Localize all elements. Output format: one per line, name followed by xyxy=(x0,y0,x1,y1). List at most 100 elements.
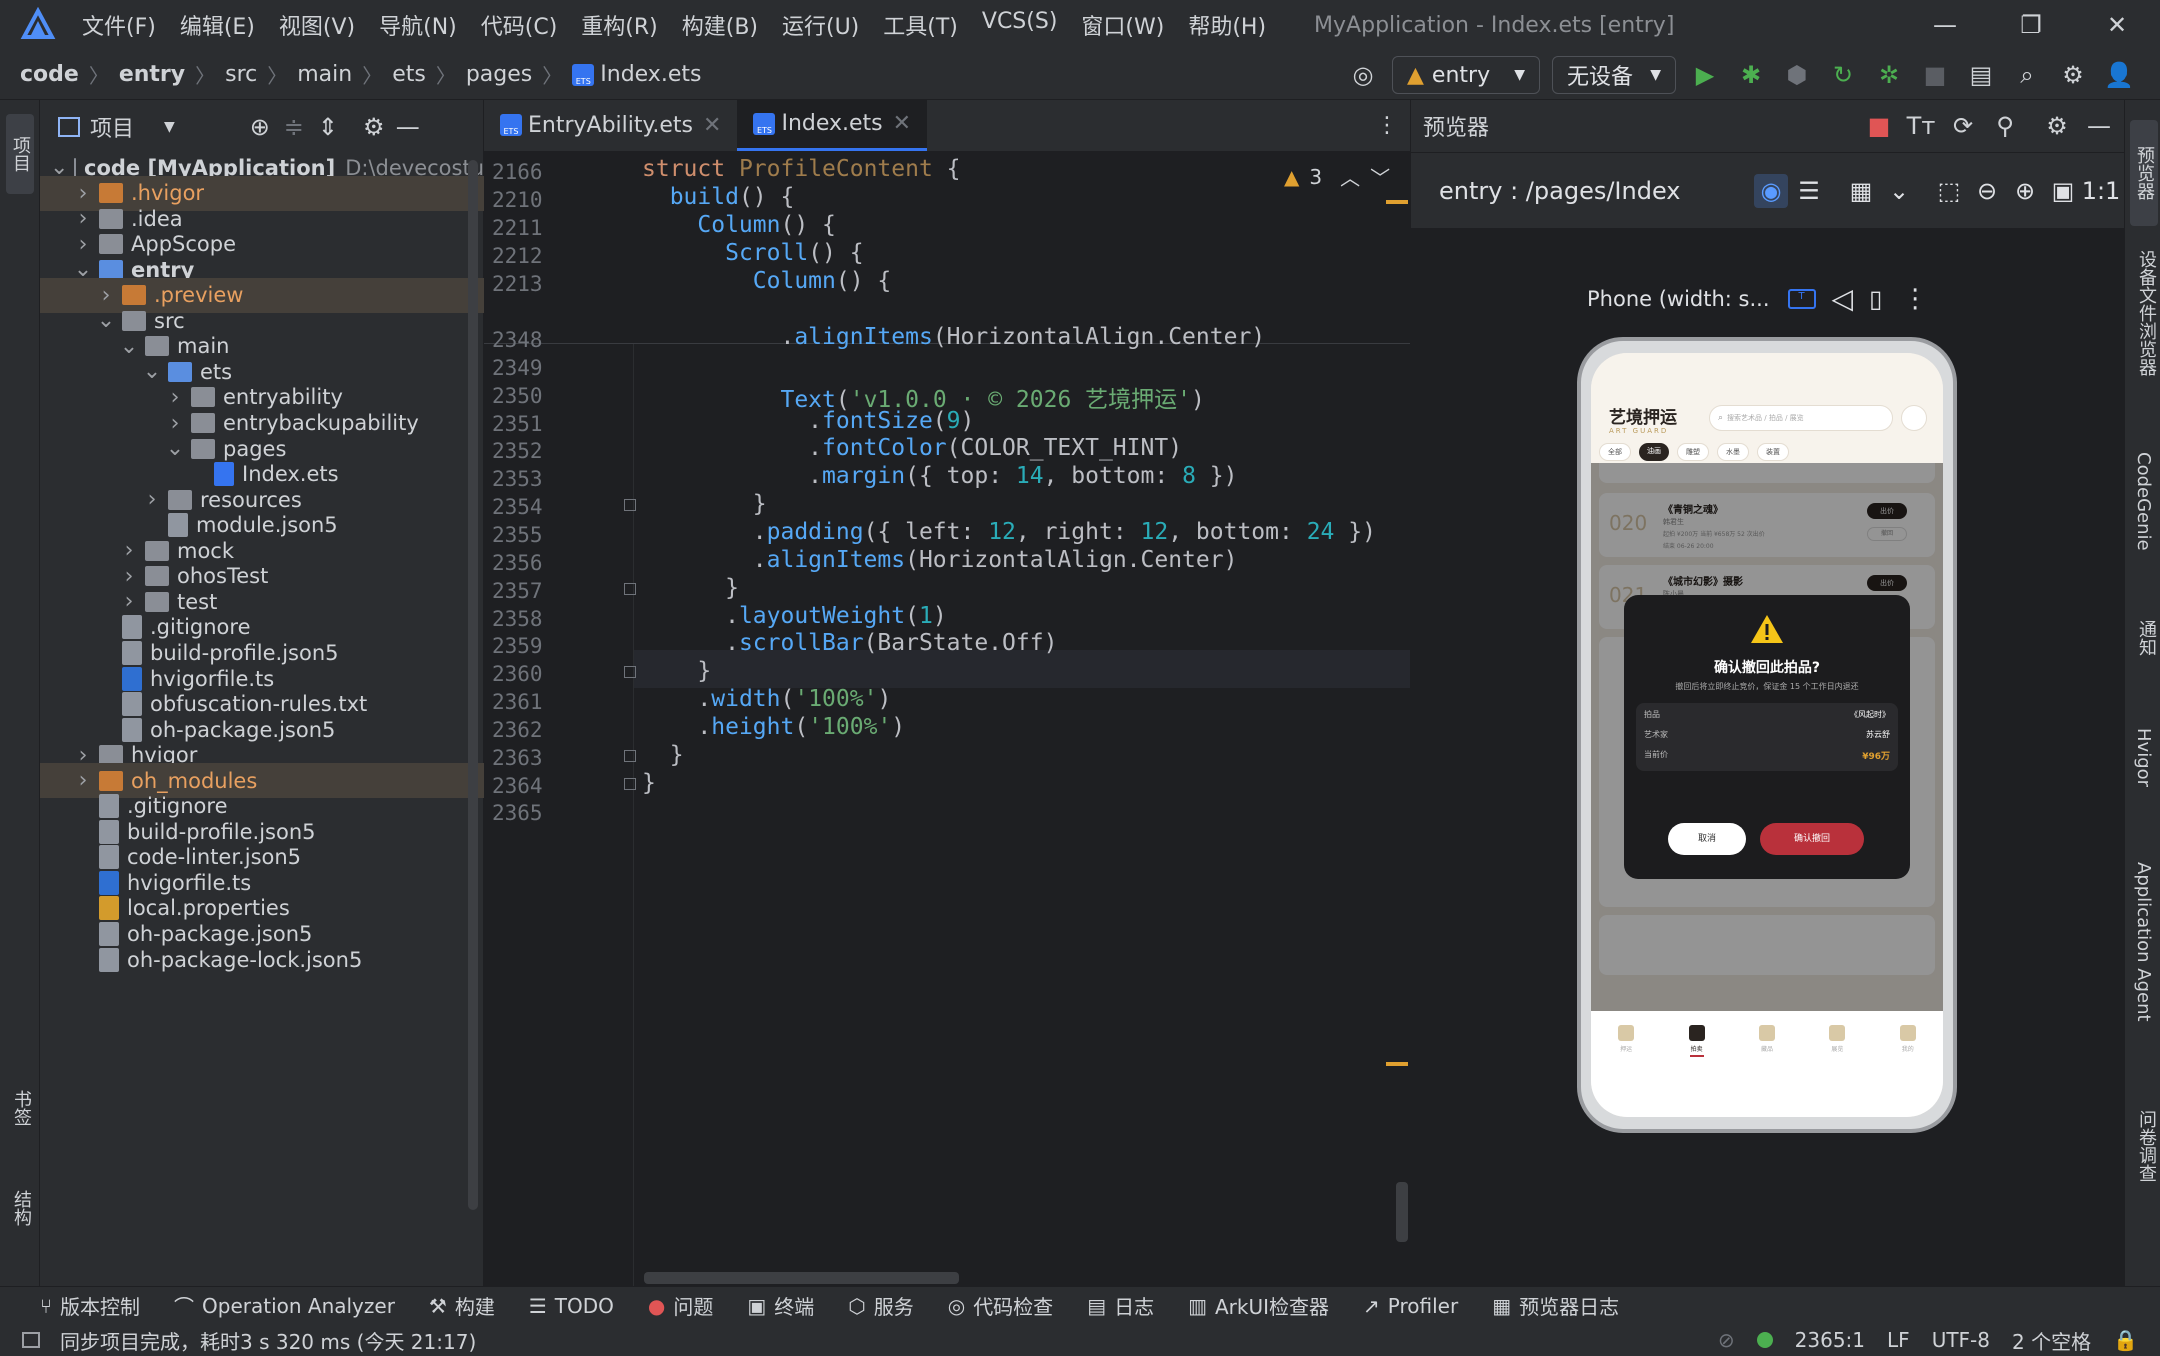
menu-item[interactable]: 代码(C) xyxy=(481,9,558,41)
breadcrumb-item[interactable]: main xyxy=(297,62,352,87)
tree-scrollbar[interactable] xyxy=(468,160,478,1210)
fold-marker-icon[interactable] xyxy=(624,749,636,762)
attach-debugger-icon[interactable]: ⬢ xyxy=(1780,58,1814,92)
notification-bell-icon[interactable] xyxy=(1901,405,1927,431)
inspector-icon[interactable]: ◉ xyxy=(1754,173,1788,208)
app-tab[interactable]: 拍卖 xyxy=(1672,1025,1722,1117)
notifications-button[interactable]: 通知 xyxy=(2133,620,2159,660)
more-icon[interactable]: ⋮ xyxy=(1376,113,1398,138)
restore-icon[interactable]: ❐ xyxy=(1988,0,2074,50)
lock-icon[interactable]: 🔒 xyxy=(2113,1328,2138,1352)
hvigor-button[interactable]: Hvigor xyxy=(2133,728,2154,791)
target-icon[interactable]: ◎ xyxy=(1346,58,1380,92)
locate-icon[interactable]: ⊕ xyxy=(243,110,277,144)
fold-icon[interactable]: ▯ xyxy=(1869,285,1882,313)
search-icon[interactable]: ⌕ xyxy=(2010,58,2044,92)
stop-preview-icon[interactable]: ■ xyxy=(1862,109,1896,143)
font-size-icon[interactable]: Tт xyxy=(1904,109,1938,143)
code-line[interactable]: } xyxy=(642,491,767,517)
menu-item[interactable]: 编辑(E) xyxy=(180,9,255,41)
category-chip[interactable]: 雕塑 xyxy=(1677,443,1709,461)
survey-button[interactable]: 问卷调查 xyxy=(2133,1110,2159,1186)
bottom-tool-button[interactable]: ● 问题 xyxy=(648,1291,713,1320)
bottom-tool-button[interactable]: ☰ TODO xyxy=(529,1294,614,1318)
category-chip[interactable]: 装置 xyxy=(1757,443,1789,461)
code-line[interactable]: .padding({ left: 12, right: 12, bottom: … xyxy=(642,519,1376,545)
debug-icon[interactable]: ✱ xyxy=(1734,58,1768,92)
fold-marker-icon[interactable] xyxy=(624,582,636,595)
breadcrumb-item[interactable]: code xyxy=(20,62,79,87)
menu-item[interactable]: 导航(N) xyxy=(379,9,457,41)
bottom-tool-button[interactable]: ▦ 预览器日志 xyxy=(1492,1291,1619,1320)
code-line[interactable]: build() { xyxy=(642,184,795,210)
rotate-icon[interactable]: ◁ xyxy=(1832,282,1854,315)
chevron-down-icon[interactable]: ⌄ xyxy=(1882,174,1916,208)
code-line[interactable]: .scrollBar(BarState.Off) xyxy=(642,630,1057,656)
collapse-all-icon[interactable]: ⇕ xyxy=(311,110,345,144)
breadcrumb-item[interactable]: Index.ets xyxy=(600,62,701,87)
menu-item[interactable]: 运行(U) xyxy=(782,9,859,41)
device-type-icon[interactable]: T xyxy=(1787,288,1816,309)
code-line[interactable]: } xyxy=(642,770,656,796)
tree-item[interactable]: oh-package-lock.json5 xyxy=(40,942,484,977)
category-chip[interactable]: 油画 xyxy=(1639,443,1669,461)
bottom-tool-button[interactable]: ⬡ 服务 xyxy=(848,1291,913,1320)
grid-icon[interactable]: ▦ xyxy=(1844,174,1878,208)
code-line[interactable]: .margin({ top: 14, bottom: 8 }) xyxy=(642,463,1237,489)
pin-icon[interactable]: ⚲ xyxy=(1988,109,2022,143)
phone-screen[interactable]: 艺境押运 ART GUARD ⌕ 搜索艺术品 / 拍品 / 展览 全部 油画 雕塑水… xyxy=(1591,353,1943,1117)
expand-all-icon[interactable]: ≑ xyxy=(277,110,311,144)
code-line[interactable]: struct ProfileContent { xyxy=(642,156,961,182)
inspection-widget[interactable]: ▲ 3 ︿ ﹀ xyxy=(1284,162,1390,191)
file-encoding[interactable]: UTF-8 xyxy=(1932,1328,1990,1352)
fit-icon[interactable]: ⬚ xyxy=(1932,174,1966,208)
code-line[interactable]: } xyxy=(642,658,711,684)
device-file-browser-button[interactable]: 设备文件浏览器 xyxy=(2133,250,2159,380)
power-save-icon[interactable]: ⊘ xyxy=(1718,1328,1735,1352)
fold-marker-icon[interactable] xyxy=(624,666,636,679)
fold-marker-icon[interactable] xyxy=(624,777,636,790)
code-area[interactable]: 2166 struct ProfileContent {2210 build() … xyxy=(484,152,1410,1286)
category-chip[interactable]: 水墨 xyxy=(1717,443,1749,461)
tab-index[interactable]: ETS Index.ets ✕ xyxy=(737,99,928,151)
bottom-tool-button[interactable]: ↗ Profiler xyxy=(1363,1294,1458,1318)
code-line[interactable]: .height('100%') xyxy=(642,714,905,740)
structure-tool-button[interactable]: 结构 xyxy=(8,1190,34,1230)
caret-position[interactable]: 2365:1 xyxy=(1795,1328,1865,1352)
chevron-up-icon[interactable]: ︿ xyxy=(1340,162,1360,191)
close-icon[interactable]: ✕ xyxy=(2074,0,2160,50)
code-line[interactable]: Column() { xyxy=(642,268,891,294)
device-dropdown[interactable]: 无设备 ▼ xyxy=(1552,56,1676,94)
app-tab[interactable]: 藏品 xyxy=(1742,1025,1792,1117)
bottom-tool-button[interactable]: ⚒ 构建 xyxy=(429,1291,495,1320)
category-chip[interactable]: 全部 xyxy=(1599,443,1631,461)
settings-icon[interactable]: ⚙ xyxy=(2056,58,2090,92)
actual-size-icon[interactable]: 1:1 xyxy=(2082,174,2121,208)
breadcrumb-item[interactable]: ets xyxy=(392,62,426,87)
code-line[interactable]: .width('100%') xyxy=(642,686,891,712)
stop-icon[interactable]: ■ xyxy=(1918,58,1952,92)
code-line[interactable]: } xyxy=(642,575,739,601)
code-line[interactable]: .fontSize(9) xyxy=(642,408,974,434)
horizontal-scrollbar[interactable] xyxy=(644,1272,959,1284)
application-agent-button[interactable]: Application Agent xyxy=(2133,862,2154,1026)
chevron-down-icon[interactable]: ▼ xyxy=(164,119,175,135)
breadcrumb-item[interactable]: src xyxy=(225,62,257,87)
close-icon[interactable]: ✕ xyxy=(703,113,721,138)
chevron-down-icon[interactable]: ﹀ xyxy=(1370,162,1390,191)
code-line[interactable]: .alignItems(HorizontalAlign.Center) xyxy=(642,547,1238,573)
bottom-tool-button[interactable]: ▤ 日志 xyxy=(1087,1291,1154,1320)
breadcrumb-item[interactable]: pages xyxy=(466,62,532,87)
run-icon[interactable]: ▶ xyxy=(1688,58,1722,92)
dialog-cancel-button[interactable]: 取消 xyxy=(1668,823,1746,855)
menu-item[interactable]: 窗口(W) xyxy=(1081,9,1164,41)
run-config-dropdown[interactable]: ▲ entry ▼ xyxy=(1392,56,1540,94)
close-icon[interactable]: ✕ xyxy=(893,111,911,136)
app-search-bar[interactable]: ⌕ 搜索艺术品 / 拍品 / 展览 xyxy=(1709,405,1893,431)
zoom-in-icon[interactable]: ⊕ xyxy=(2008,174,2042,208)
screenshot-icon[interactable]: ▣ xyxy=(2046,174,2080,208)
bottom-tool-button[interactable]: ⌒ Operation Analyzer xyxy=(174,1291,395,1320)
code-line[interactable]: .layoutWeight(1) xyxy=(642,603,947,629)
project-tool-button[interactable]: 项目 xyxy=(6,114,34,194)
app-tab[interactable]: 押运 xyxy=(1601,1025,1651,1117)
